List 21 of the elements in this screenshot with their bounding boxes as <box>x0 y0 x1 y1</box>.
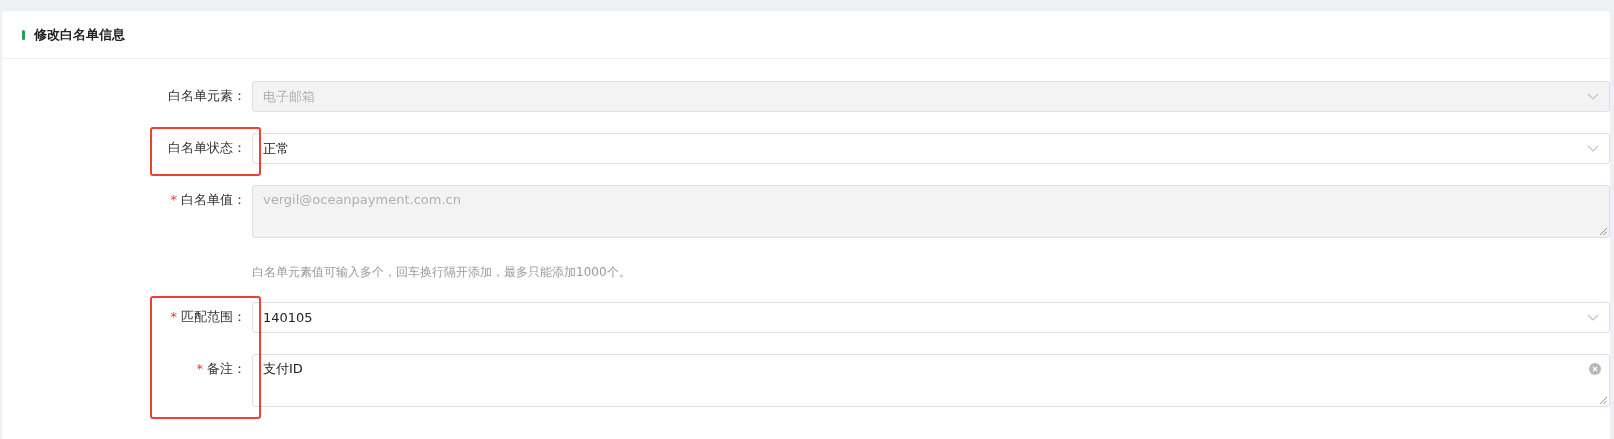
select-field[interactable]: 140105 <box>252 302 1610 333</box>
field-label: 白名单值： <box>181 191 246 209</box>
field-label: 备注： <box>207 360 246 378</box>
text-area[interactable]: 支付ID <box>252 354 1610 407</box>
title-accent-icon <box>22 29 25 40</box>
chevron-down-icon <box>1587 145 1599 153</box>
chevron-down-icon <box>1587 314 1599 322</box>
required-asterisk: * <box>196 360 203 378</box>
field-label: 匹配范围： <box>181 308 246 326</box>
card-title: 修改白名单信息 <box>34 25 125 44</box>
required-asterisk: * <box>170 191 177 209</box>
text-area: vergil@oceanpayment.com.cn <box>252 185 1610 238</box>
resize-handle-icon[interactable] <box>1600 397 1607 404</box>
select-field: 电子邮箱 <box>252 81 1610 112</box>
hint-text: 白名单元素值可输入多个，回车换行隔开添加，最多只能添加1000个。 <box>252 264 632 281</box>
chevron-down-icon <box>1587 93 1599 101</box>
field-label: 白名单状态： <box>168 139 246 157</box>
select-field[interactable]: 正常 <box>252 133 1610 164</box>
required-asterisk: * <box>170 308 177 326</box>
field-label: 白名单元素： <box>168 87 246 105</box>
clear-icon[interactable] <box>1589 363 1601 375</box>
